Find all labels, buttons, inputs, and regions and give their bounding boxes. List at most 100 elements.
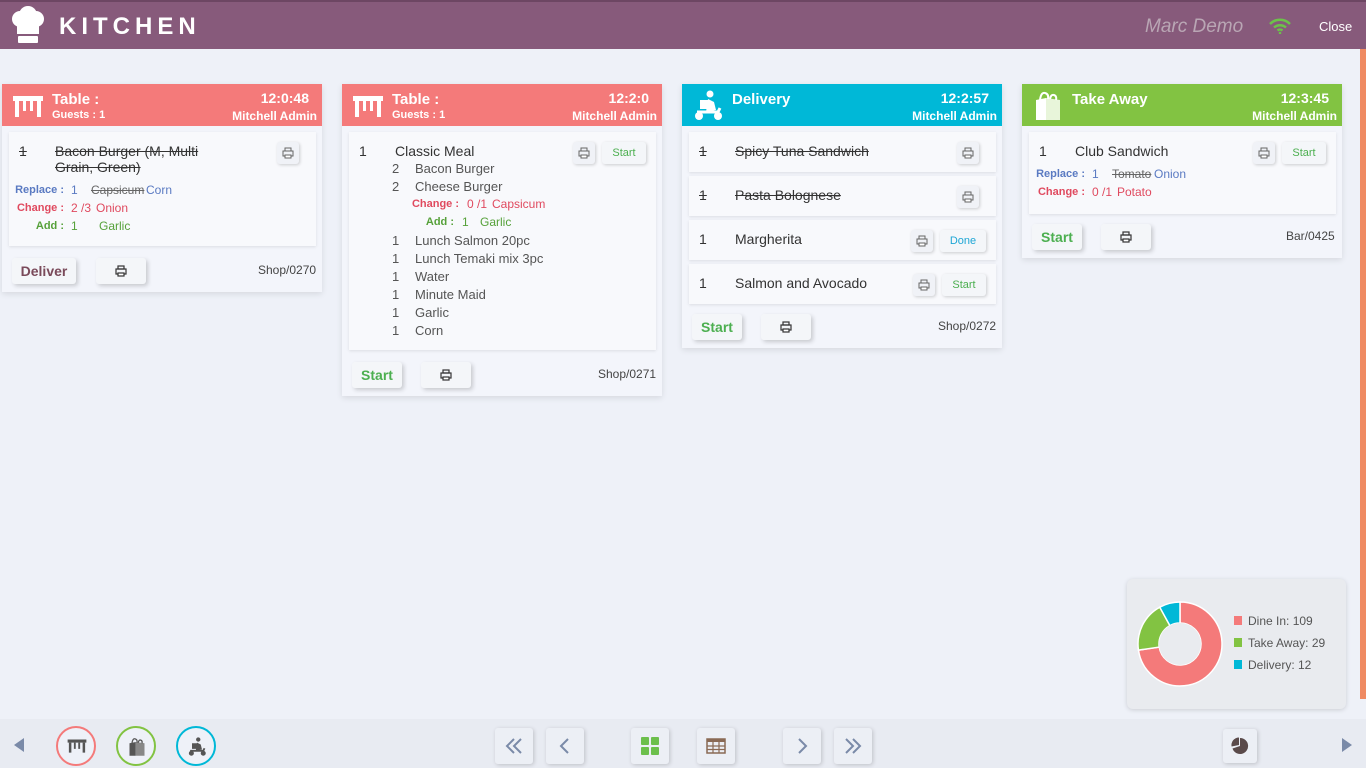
table-icon xyxy=(353,96,383,117)
print-line-button[interactable] xyxy=(277,142,299,164)
sub-item-name: Garlic xyxy=(415,305,449,320)
sub-item-qty: 1 xyxy=(392,305,400,320)
sub-item-name: Corn xyxy=(415,323,444,338)
line-name: Spicy Tuna Sandwich xyxy=(735,143,869,159)
legend-swatch xyxy=(1234,660,1242,669)
print-line-button[interactable] xyxy=(911,230,933,252)
filter-dine-in-button[interactable] xyxy=(56,726,96,766)
print-icon xyxy=(1120,231,1132,243)
grid-view-button[interactable] xyxy=(631,728,669,764)
close-button[interactable]: Close xyxy=(1319,19,1352,34)
deliver-button[interactable]: Deliver xyxy=(12,258,76,284)
done-line-button[interactable]: Done xyxy=(940,230,986,252)
print-icon xyxy=(916,235,928,247)
sub-item-name: Lunch Temaki mix 3pc xyxy=(415,251,544,266)
order-header: Table : Guests : 1 12:0:48 Mitchell Admi… xyxy=(2,84,322,126)
order-line[interactable]: 1 Classic Meal Start 2 Bacon Burger 2 Ch… xyxy=(349,132,656,350)
order-time: 12:2:57 xyxy=(940,90,989,106)
modifier-new: Onion xyxy=(1154,167,1187,181)
sub-item-name: Lunch Salmon 20pc xyxy=(415,233,530,248)
modifier-qty: 1 xyxy=(71,183,78,197)
first-page-button[interactable] xyxy=(495,728,533,764)
start-order-button[interactable]: Start xyxy=(692,314,742,340)
table-grid-icon xyxy=(706,738,726,754)
order-line[interactable]: 1 Salmon and Avocado Start xyxy=(689,264,996,304)
table-icon xyxy=(67,739,87,753)
stats-toggle-button[interactable] xyxy=(1223,729,1257,763)
order-card: Delivery 12:2:57 Mitchell Admin 1 Spicy … xyxy=(682,84,1002,348)
start-line-button[interactable]: Start xyxy=(602,142,646,164)
print-icon xyxy=(962,191,974,203)
scroll-right-icon[interactable] xyxy=(1341,737,1353,753)
filter-take-away-button[interactable] xyxy=(116,726,156,766)
order-type: Table : xyxy=(392,91,440,108)
start-line-button[interactable]: Start xyxy=(1282,142,1326,164)
order-card: Table : Guests : 1 12:0:48 Mitchell Admi… xyxy=(2,84,322,292)
print-order-button[interactable] xyxy=(96,258,146,284)
wifi-icon xyxy=(1269,18,1291,34)
order-time: 12:2:0 xyxy=(608,90,649,106)
print-order-button[interactable] xyxy=(1101,224,1151,250)
print-icon xyxy=(115,265,127,277)
previous-page-button[interactable] xyxy=(546,728,584,764)
chef-hat-icon xyxy=(12,6,44,43)
modifier-qty: 1 xyxy=(71,219,78,233)
print-line-button[interactable] xyxy=(1253,142,1275,164)
app-title: KITCHEN xyxy=(59,13,201,40)
line-qty: 1 xyxy=(699,187,707,203)
line-name: Bacon Burger (M, Multi Grain, Green) xyxy=(55,143,199,175)
line-qty: 1 xyxy=(699,275,707,291)
print-line-button[interactable] xyxy=(957,186,979,208)
scrollbar[interactable] xyxy=(1360,49,1366,699)
start-order-button[interactable]: Start xyxy=(1032,224,1082,250)
filter-delivery-button[interactable] xyxy=(176,726,216,766)
order-line[interactable]: 1 Margherita Done xyxy=(689,220,996,260)
order-header: Delivery 12:2:57 Mitchell Admin xyxy=(682,84,1002,126)
modifier-label: Change : xyxy=(1037,186,1085,198)
table-view-button[interactable] xyxy=(697,728,735,764)
last-page-button[interactable] xyxy=(834,728,872,764)
start-line-button[interactable]: Start xyxy=(942,274,986,296)
order-ref: Bar/0425 xyxy=(1286,229,1335,243)
print-line-button[interactable] xyxy=(913,274,935,296)
order-admin: Mitchell Admin xyxy=(572,109,657,123)
print-icon xyxy=(918,279,930,291)
scooter-icon xyxy=(695,90,722,120)
sub-item-name: Minute Maid xyxy=(415,287,486,302)
print-order-button[interactable] xyxy=(761,314,811,340)
modifier-label: Change : xyxy=(16,202,64,214)
modifier-label: Add : xyxy=(425,216,454,228)
order-line[interactable]: 1 Bacon Burger (M, Multi Grain, Green) R… xyxy=(9,132,316,246)
print-line-button[interactable] xyxy=(573,142,595,164)
order-header: Take Away 12:3:45 Mitchell Admin xyxy=(1022,84,1342,126)
next-page-button[interactable] xyxy=(783,728,821,764)
order-line[interactable]: 1 Spicy Tuna Sandwich xyxy=(689,132,996,172)
print-line-button[interactable] xyxy=(957,142,979,164)
modifier-new: Garlic xyxy=(480,215,512,229)
guest-count: Guests : 1 xyxy=(392,109,446,121)
order-ref: Shop/0270 xyxy=(258,263,317,277)
order-ref: Shop/0271 xyxy=(598,367,657,381)
guest-count: Guests : 1 xyxy=(52,109,106,121)
scooter-icon xyxy=(188,737,206,756)
legend-label: Take Away: 29 xyxy=(1248,636,1326,650)
modifier-label: Change : xyxy=(411,198,459,210)
top-bar: KITCHEN Marc Demo Close xyxy=(0,0,1366,49)
modifier-label: Replace : xyxy=(1036,168,1085,180)
start-order-button[interactable]: Start xyxy=(352,362,402,388)
sub-item-qty: 2 xyxy=(392,161,400,176)
modifier-qty: 1 xyxy=(462,215,469,229)
sub-item-qty: 1 xyxy=(392,287,400,302)
double-chevron-left-icon xyxy=(505,738,522,754)
print-order-button[interactable] xyxy=(421,362,471,388)
scroll-left-icon[interactable] xyxy=(13,737,25,753)
bag-icon xyxy=(129,738,145,756)
bag-icon xyxy=(1036,91,1060,120)
legend-swatch xyxy=(1234,638,1242,647)
donut-hole xyxy=(1159,623,1201,665)
order-line[interactable]: 1 Pasta Bolognese xyxy=(689,176,996,216)
order-line[interactable]: 1 Club Sandwich Start Replace : 1 Tomato… xyxy=(1029,132,1336,214)
modifier-qty: 0 /1 xyxy=(1092,185,1113,199)
line-name: Classic Meal xyxy=(395,143,475,159)
modifier-old: Capsicum xyxy=(91,183,145,197)
